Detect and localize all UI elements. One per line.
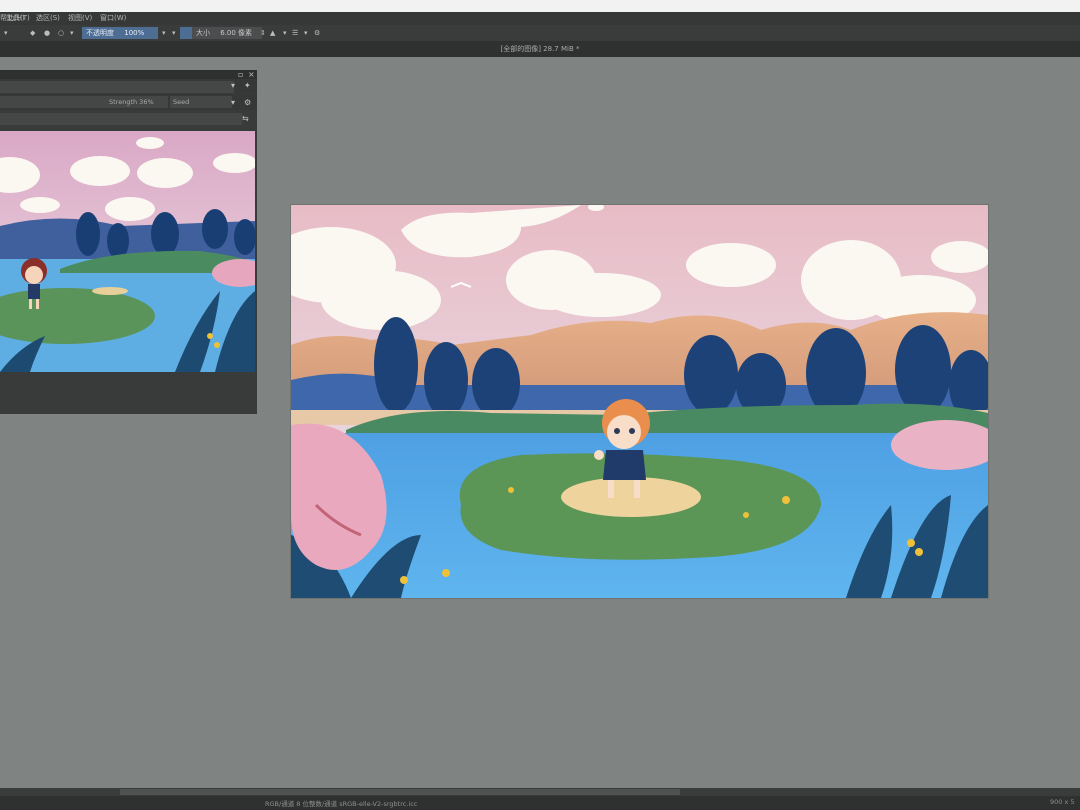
chevron-down-icon[interactable]: ▾	[70, 25, 74, 41]
menu-view[interactable]: 视图(V)	[68, 12, 92, 25]
preview-image	[0, 131, 255, 372]
chevron-down-icon[interactable]: ▾	[231, 81, 235, 91]
menu-window[interactable]: 窗口(W)	[100, 12, 126, 25]
menu-help[interactable]: 帮助(H)	[0, 12, 25, 25]
scrollbar-thumb[interactable]	[120, 789, 680, 795]
opacity-label: 不透明度	[86, 29, 114, 37]
mirror-icon[interactable]: ☰	[292, 25, 298, 41]
image-size-info: 900 x 5	[1050, 798, 1075, 806]
color-profile-info: RGB/通道 8 位整数/通道 sRGB-elle-V2-srgbtrc.icc	[265, 800, 418, 808]
chevron-down-icon[interactable]: ▾	[231, 98, 235, 108]
ai-preview-docker: ▫ × ▾ ✦ Strength 36% Seed 1235081618 ▾ ⚙…	[0, 70, 257, 414]
docker-params-row: Strength 36% Seed 1235081618 ▾ ⚙	[0, 94, 257, 118]
docker-title-bar: ▫ ×	[0, 70, 257, 79]
workspace-dropdown[interactable]	[0, 81, 234, 93]
strength-field[interactable]: Strength 36%	[106, 96, 168, 108]
size-label: 大小	[196, 29, 210, 37]
canvas-artwork	[291, 205, 988, 598]
prompt-field[interactable]	[0, 96, 106, 108]
settings-icon[interactable]: ✦	[244, 81, 251, 91]
stepper-icon[interactable]: ⇕	[260, 25, 266, 41]
horizontal-scrollbar[interactable]	[0, 788, 1080, 796]
eraser-icon[interactable]: ◆	[30, 25, 35, 41]
status-bar: RGB/通道 8 位整数/通道 sRGB-elle-V2-srgbtrc.icc…	[0, 788, 1080, 810]
blend-mode-icon[interactable]: ▲	[270, 25, 275, 41]
preview-thumbnail[interactable]	[0, 131, 255, 372]
opacity-slider[interactable]: 不透明度 100%	[82, 27, 158, 39]
docker-progress-row: ⇆	[0, 110, 257, 127]
chevron-down-icon[interactable]: ▾	[162, 25, 166, 41]
reset-icon[interactable]: ○	[58, 25, 64, 41]
document-tab-bar: [全部的图像] 28.7 MiB *	[0, 41, 1080, 57]
chevron-down-icon[interactable]: ▾	[172, 25, 176, 41]
chevron-down-icon[interactable]: ▾	[4, 25, 8, 41]
menu-bar: 工具(T) 选区(S) 视图(V) 窗口(W) 帮助(H)	[0, 12, 1080, 25]
tool-options-bar: ▾ ◆ ● ○ ▾ 不透明度 100% ▾ ▾ 大小 6.00 像素 ⇕ ▲ ▾…	[0, 25, 1080, 41]
chevron-down-icon[interactable]: ▾	[283, 25, 287, 41]
document-tab[interactable]: [全部的图像] 28.7 MiB *	[500, 45, 579, 53]
main-canvas[interactable]	[291, 205, 988, 598]
wrap-icon[interactable]: ⚙	[314, 25, 320, 41]
apply-icon[interactable]: ⇆	[242, 114, 249, 124]
chevron-down-icon[interactable]: ▾	[304, 25, 308, 41]
opacity-value: 100%	[124, 29, 145, 37]
menu-select[interactable]: 选区(S)	[36, 12, 60, 25]
progress-bar	[0, 113, 242, 125]
size-slider[interactable]: 大小 6.00 像素	[192, 27, 262, 39]
size-slider-fill[interactable]	[180, 27, 192, 39]
size-value: 6.00 像素	[220, 29, 253, 37]
docker-dropdown-row: ▾ ✦	[0, 79, 257, 93]
seed-field[interactable]: Seed 1235081618	[170, 96, 232, 118]
window-top-edge	[0, 0, 1080, 12]
gear-icon[interactable]: ⚙	[244, 98, 251, 108]
brush-preset-icon[interactable]: ●	[44, 25, 50, 41]
